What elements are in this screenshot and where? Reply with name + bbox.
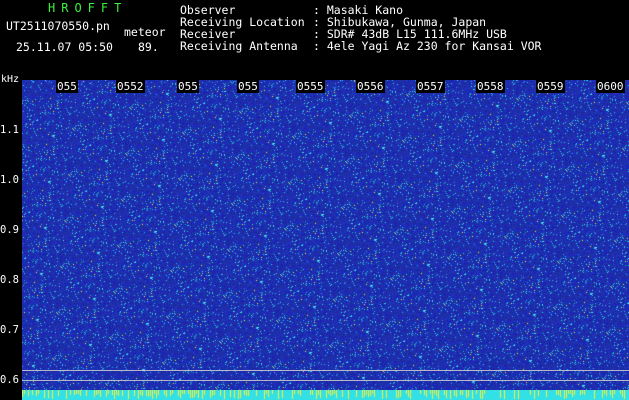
x-tick: 055	[237, 80, 259, 93]
x-tick: 055	[177, 80, 199, 93]
spectrogram-plot[interactable]	[22, 80, 629, 400]
x-tick: 0552	[116, 80, 145, 93]
x-tick: 0600	[596, 80, 625, 93]
antenna-value: : 4ele Yagi Az 230 for Kansai VOR	[313, 39, 542, 53]
y-tick: 0.9	[0, 224, 19, 236]
x-tick: 055	[56, 80, 78, 93]
x-tick: 0559	[536, 80, 565, 93]
antenna-label: Receiving Antenna	[180, 39, 298, 53]
y-tick: 0.7	[0, 324, 19, 336]
spectrogram-canvas	[22, 80, 629, 400]
mode-label: meteor	[124, 25, 166, 39]
carrier-strip	[22, 390, 629, 400]
y-tick: 1.0	[0, 174, 19, 186]
y-axis-unit: kHz	[1, 74, 20, 85]
header-panel: HROFFT UT2511070550.pn meteor 25.11.07 0…	[0, 0, 629, 80]
y-tick: 0.6	[0, 374, 19, 386]
reference-line	[22, 370, 629, 371]
y-tick: 1.1	[0, 124, 19, 136]
reference-line	[22, 380, 629, 381]
x-tick: 0556	[356, 80, 385, 93]
x-tick: 0557	[416, 80, 445, 93]
datetime-label: 25.11.07 05:50	[16, 40, 113, 54]
app-title: HROFFT	[48, 1, 128, 15]
y-tick: 0.8	[0, 274, 19, 286]
filename-label: UT2511070550.pn	[6, 19, 110, 33]
x-tick: 0558	[476, 80, 505, 93]
level-label: 89.	[138, 40, 159, 54]
x-tick: 0555	[296, 80, 325, 93]
